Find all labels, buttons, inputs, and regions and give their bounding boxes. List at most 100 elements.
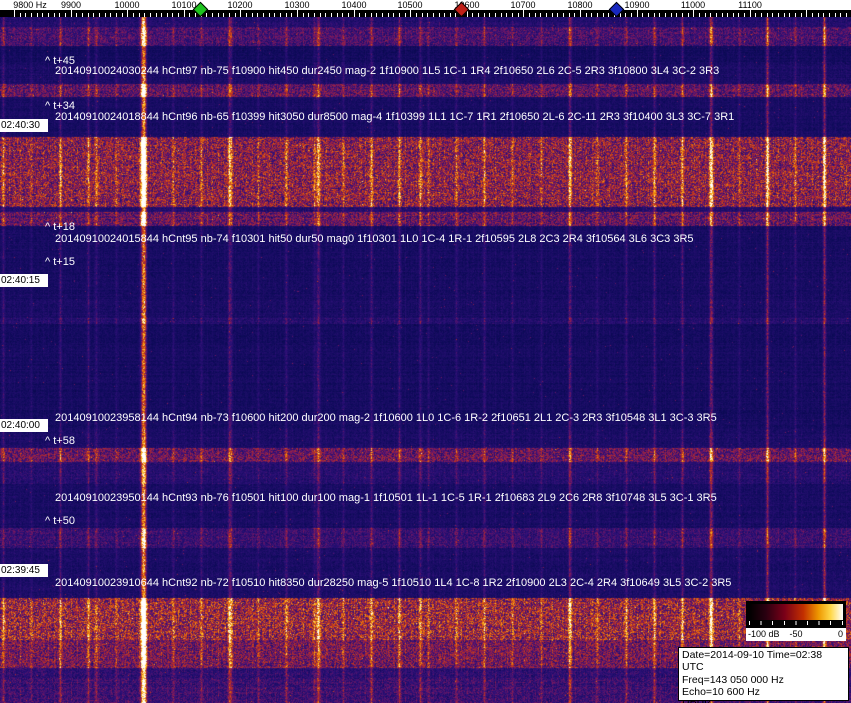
frequency-tick-strip	[0, 10, 851, 17]
freq-tick	[483, 13, 485, 17]
freq-label: 10000	[114, 0, 140, 10]
freq-tick	[330, 13, 332, 17]
freq-label: 9800 Hz	[13, 0, 47, 10]
freq-tick	[81, 13, 83, 17]
freq-tick	[529, 13, 531, 17]
freq-tick	[70, 10, 72, 17]
freq-tick	[444, 13, 446, 17]
db-min-label: -100 dB	[748, 629, 780, 639]
frequency-axis: 9800 Hz 9900 10000 10100 10200 10300 10400 1050…	[0, 0, 851, 17]
frequency-axis-labels: 9800 Hz 9900 10000 10100 10200 10300 10400 1050…	[0, 0, 851, 10]
freq-tick	[387, 13, 389, 17]
freq-tick	[557, 13, 559, 17]
freq-tick	[732, 13, 734, 17]
freq-tick	[659, 13, 661, 17]
freq-tick	[506, 13, 508, 17]
freq-tick	[404, 13, 406, 17]
freq-tick	[104, 13, 106, 17]
freq-tick	[710, 13, 712, 17]
freq-tick	[251, 13, 253, 17]
freq-tick	[687, 13, 689, 17]
freq-tick	[653, 13, 655, 17]
freq-label: 10500	[397, 0, 423, 10]
freq-tick	[432, 13, 434, 17]
freq-tick	[795, 13, 797, 17]
freq-tick	[308, 13, 310, 17]
freq-tick	[121, 13, 123, 17]
freq-tick	[772, 13, 774, 17]
freq-tick	[313, 13, 315, 17]
freq-tick	[246, 13, 248, 17]
freq-tick	[738, 13, 740, 17]
freq-tick	[280, 13, 282, 17]
db-color-scale: -100 dB -50 0	[746, 601, 846, 641]
freq-tick	[704, 13, 706, 17]
freq-tick	[257, 13, 259, 17]
freq-tick	[591, 13, 593, 17]
freq-tick	[495, 13, 497, 17]
freq-tick	[761, 13, 763, 17]
freq-tick	[698, 13, 700, 17]
freq-tick	[285, 13, 287, 17]
freq-tick	[800, 13, 802, 17]
freq-tick	[574, 13, 576, 17]
freq-tick	[64, 13, 66, 17]
freq-tick	[783, 13, 785, 17]
freq-tick	[183, 10, 185, 17]
db-max-label: 0	[837, 629, 843, 639]
freq-tick	[353, 10, 355, 17]
freq-tick	[817, 13, 819, 17]
freq-tick	[42, 13, 44, 17]
freq-tick	[823, 13, 825, 17]
freq-tick	[149, 13, 151, 17]
freq-tick	[47, 13, 49, 17]
freq-tick	[642, 13, 644, 17]
freq-tick	[342, 13, 344, 17]
time-label: 02:40:30	[0, 119, 48, 132]
db-mid-label: -50	[789, 629, 803, 639]
freq-tick	[636, 10, 638, 17]
detection-log-line: 20140910023910644 hCnt92 nb-72 f10510 hi…	[55, 577, 732, 589]
freq-label: 9900	[60, 0, 82, 10]
freq-tick	[840, 13, 842, 17]
freq-tick	[630, 13, 632, 17]
freq-tick	[19, 13, 21, 17]
station-info-box: Date=2014-09-10 Time=02:38 UTC Freq=143 …	[678, 647, 849, 703]
time-label: 02:39:45	[0, 564, 48, 577]
freq-tick	[155, 13, 157, 17]
freq-tick	[297, 10, 298, 17]
freq-tick	[517, 13, 519, 17]
detection-log-line: 20140910024018844 hCnt96 nb-65 f10399 hi…	[55, 111, 735, 123]
freq-tick	[670, 13, 672, 17]
color-scale-labels: -100 dB -50 0	[746, 628, 846, 641]
freq-tick	[744, 13, 746, 17]
freq-tick	[778, 13, 780, 17]
info-echo-line: Echo=10 600 Hz	[682, 686, 760, 699]
freq-tick	[132, 13, 134, 17]
detection-log-line: 20140910023950144 hCnt93 nb-76 f10501 hi…	[55, 492, 717, 504]
freq-tick	[25, 13, 27, 17]
freq-label: 11100	[738, 0, 762, 10]
freq-tick	[806, 10, 808, 17]
freq-label: 10700	[510, 0, 536, 10]
freq-tick	[449, 13, 451, 17]
freq-tick	[766, 13, 768, 17]
freq-tick	[721, 13, 723, 17]
freq-tick	[127, 10, 129, 17]
spectrogram-canvas	[0, 0, 851, 703]
freq-tick	[240, 10, 242, 17]
freq-tick	[812, 13, 814, 17]
freq-tick	[563, 13, 565, 17]
info-date-line: Date=2014-09-10 Time=02:38 UTC	[682, 649, 823, 674]
freq-tick	[585, 13, 587, 17]
freq-tick	[393, 13, 395, 17]
freq-tick	[229, 13, 231, 17]
freq-tick	[681, 13, 683, 17]
freq-tick	[93, 13, 95, 17]
freq-tick	[512, 13, 514, 17]
freq-tick	[178, 13, 180, 17]
event-time-marker: ^ t+50	[45, 515, 75, 527]
freq-label: 10200	[227, 0, 253, 10]
freq-tick	[36, 13, 38, 17]
detection-log-line: 20140910023958144 hCnt94 nb-73 f10600 hi…	[55, 412, 717, 424]
